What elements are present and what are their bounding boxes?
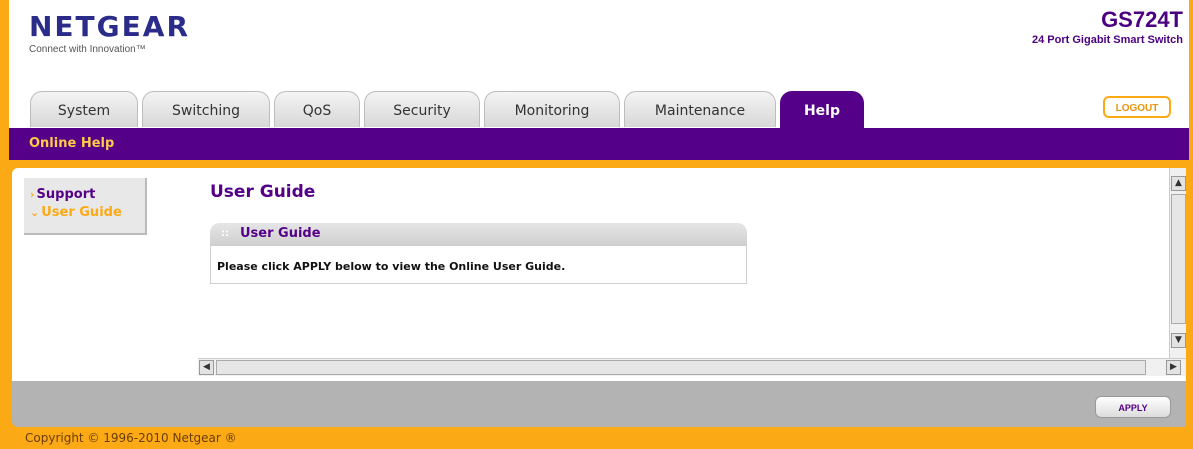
horizontal-scroll-thumb[interactable]	[216, 360, 1146, 375]
sidebar-item-label: Support	[36, 187, 96, 202]
model-name: GS724T	[1101, 7, 1183, 32]
vertical-scrollbar[interactable]: ▲ ▼	[1169, 168, 1186, 359]
user-guide-panel: :: User Guide Please click APPLY below t…	[210, 223, 747, 284]
sidebar-item-user-guide[interactable]: ⌄ User Guide	[30, 205, 122, 220]
model-info: GS724T 24 Port Gigabit Smart Switch	[1032, 7, 1183, 47]
vertical-scroll-thumb[interactable]	[1171, 194, 1186, 324]
tab-monitoring[interactable]: Monitoring	[484, 91, 620, 127]
scroll-down-icon[interactable]: ▼	[1171, 333, 1186, 348]
header: NETGEAR Connect with Innovation™ GS724T …	[9, 0, 1189, 160]
horizontal-scrollbar[interactable]: ◀ ▶	[198, 358, 1186, 376]
scroll-left-icon[interactable]: ◀	[199, 360, 214, 375]
sidebar-item-support[interactable]: › Support	[30, 187, 95, 202]
sidebar-item-label: User Guide	[41, 205, 122, 220]
logo-tagline: Connect with Innovation™	[29, 44, 146, 55]
netgear-logo: NETGEAR Connect with Innovation™	[29, 10, 190, 56]
panel-title: User Guide	[240, 226, 321, 241]
app-container: NETGEAR Connect with Innovation™ GS724T …	[9, 0, 1189, 449]
copyright-text: Copyright © 1996-2010 Netgear ®	[25, 431, 237, 445]
apply-button[interactable]: APPLY	[1095, 396, 1171, 418]
panel-header: :: User Guide	[210, 223, 747, 246]
chevron-down-icon: ⌄	[30, 206, 40, 219]
scroll-right-icon[interactable]: ▶	[1166, 360, 1181, 375]
sidebar-menu: › Support ⌄ User Guide	[24, 178, 147, 235]
model-description: 24 Port Gigabit Smart Switch	[1032, 34, 1183, 46]
page-title: User Guide	[210, 182, 316, 202]
tab-help[interactable]: Help	[780, 91, 864, 128]
sub-navigation: Online Help	[9, 128, 1189, 160]
logo-text: NETGEAR	[29, 10, 190, 43]
tab-qos[interactable]: QoS	[274, 91, 360, 127]
subnav-online-help[interactable]: Online Help	[29, 128, 114, 160]
tab-system[interactable]: System	[30, 91, 138, 127]
content-area: › Support ⌄ User Guide User Guide :: User …	[12, 168, 1186, 381]
tab-security[interactable]: Security	[364, 91, 480, 127]
tab-maintenance[interactable]: Maintenance	[624, 91, 776, 127]
chevron-right-icon: ›	[30, 188, 35, 201]
panel-text: Please click APPLY below to view the Onl…	[217, 260, 566, 273]
action-bar: APPLY	[12, 381, 1186, 427]
scroll-up-icon[interactable]: ▲	[1171, 176, 1186, 191]
page-frame: NETGEAR Connect with Innovation™ GS724T …	[0, 0, 1193, 449]
tab-switching[interactable]: Switching	[142, 91, 270, 127]
drag-handle-icon: ::	[221, 228, 229, 239]
logout-button[interactable]: LOGOUT	[1103, 96, 1171, 118]
